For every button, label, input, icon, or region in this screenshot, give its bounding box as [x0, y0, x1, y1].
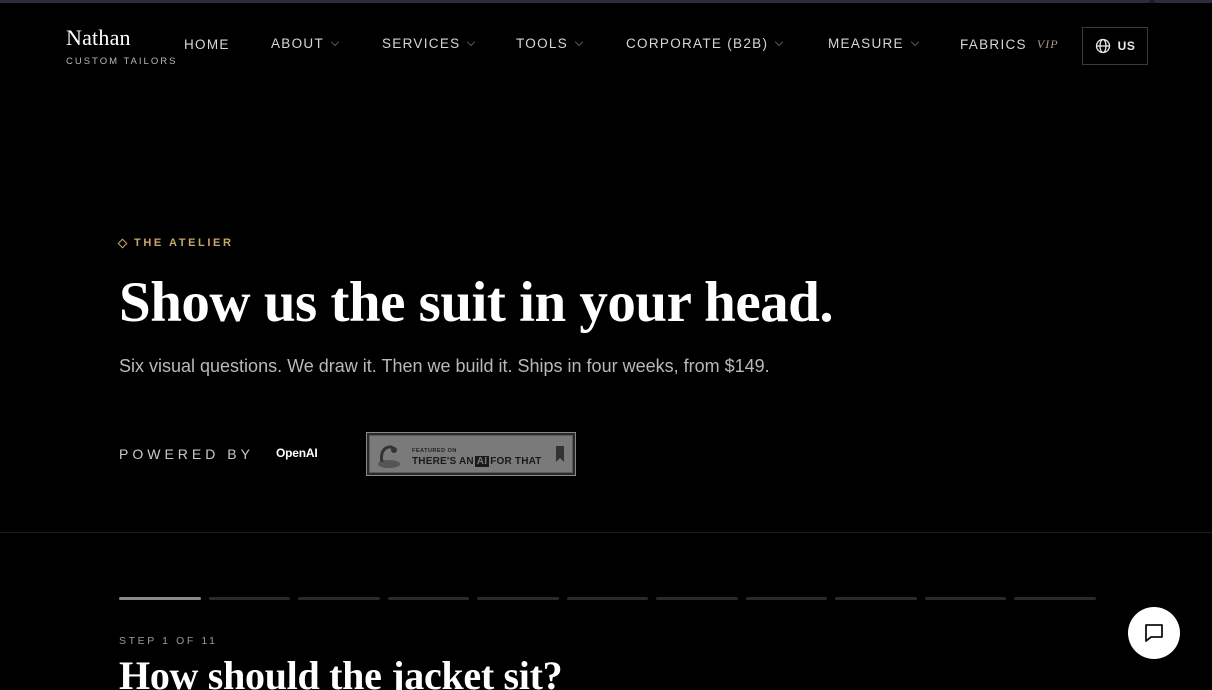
brand-logo[interactable]: Nathan CUSTOM TAILORS	[66, 25, 178, 68]
step-question: How should the jacket sit?	[119, 653, 563, 690]
progress-segment	[477, 597, 559, 600]
hero-subtitle: Six visual questions. We draw it. Then w…	[119, 356, 770, 376]
robot-arm-icon	[378, 445, 400, 468]
diamond-icon	[117, 238, 128, 248]
locale-label: US	[1117, 39, 1136, 53]
badge-inner: FEATURED ON THERE'S AN AI FOR THAT	[369, 435, 573, 473]
progress-segment	[924, 597, 1006, 600]
chevron-down-icon	[775, 37, 784, 46]
brand-subtitle: CUSTOM TAILORS	[66, 56, 178, 67]
nav-item-corporate[interactable]: CORPORATE (B2B)	[626, 36, 784, 51]
chevron-down-icon	[330, 37, 340, 46]
globe-icon	[1095, 38, 1110, 54]
hero-eyebrow: THE ATELIER	[117, 237, 234, 249]
progress-segment	[835, 597, 917, 600]
theres-an-ai-for-that-badge[interactable]: FEATURED ON THERE'S AN AI FOR THAT	[366, 432, 576, 476]
nav-item-fabrics[interactable]: FABRICS VIP	[960, 37, 1059, 52]
hero-title: Show us the suit in your head.	[119, 271, 834, 334]
nav-item-label: ABOUT	[271, 36, 325, 51]
eyebrow-text: THE ATELIER	[134, 237, 234, 249]
nav-item-label: FABRICS	[960, 37, 1027, 52]
step-progress-bar	[119, 597, 1096, 600]
progress-segment	[208, 597, 290, 600]
locale-selector-button[interactable]: US	[1082, 27, 1148, 65]
progress-segment	[566, 597, 648, 600]
nav-item-label: SERVICES	[382, 36, 461, 51]
nav-item-about[interactable]: ABOUT	[271, 36, 340, 51]
badge-text-before: THERE'S AN	[412, 456, 474, 467]
badge-text-after: FOR THAT	[490, 456, 542, 467]
site-header: Nathan CUSTOM TAILORS HOME ABOUT SERVICE…	[0, 0, 1212, 90]
nav-item-label: HOME	[184, 37, 230, 52]
nav-item-home[interactable]: HOME	[184, 37, 230, 52]
nav-item-label: CORPORATE (B2B)	[626, 36, 769, 51]
vip-badge: VIP	[1036, 37, 1059, 51]
badge-text-highlight: AI	[474, 456, 490, 467]
badge-featured-text: FEATURED ON	[412, 448, 457, 454]
chevron-down-icon	[467, 37, 476, 46]
chat-bubble-icon	[1145, 624, 1163, 642]
bookmark-icon	[556, 446, 564, 462]
progress-segment	[387, 597, 469, 600]
nav-item-tools[interactable]: TOOLS	[516, 36, 584, 51]
nav-item-label: TOOLS	[516, 36, 569, 51]
badge-title: THERE'S AN AI FOR THAT	[412, 456, 542, 467]
section-divider	[0, 532, 1212, 533]
step-label: STEP 1 OF 11	[119, 635, 218, 647]
brand-name: Nathan	[66, 25, 131, 50]
progress-segment	[1014, 597, 1096, 600]
nav-item-measure[interactable]: MEASURE	[828, 36, 920, 51]
progress-segment	[119, 597, 201, 600]
chat-button[interactable]	[1128, 607, 1180, 659]
progress-segment	[298, 597, 380, 600]
progress-segment	[745, 597, 827, 600]
powered-by-label: POWERED BY	[119, 446, 254, 462]
progress-segment	[656, 597, 738, 600]
chevron-down-icon	[910, 37, 920, 46]
nav-item-services[interactable]: SERVICES	[382, 36, 476, 51]
openai-logo[interactable]: OpenAI	[276, 446, 318, 460]
chevron-down-icon	[574, 37, 584, 46]
nav-item-label: MEASURE	[828, 36, 904, 51]
